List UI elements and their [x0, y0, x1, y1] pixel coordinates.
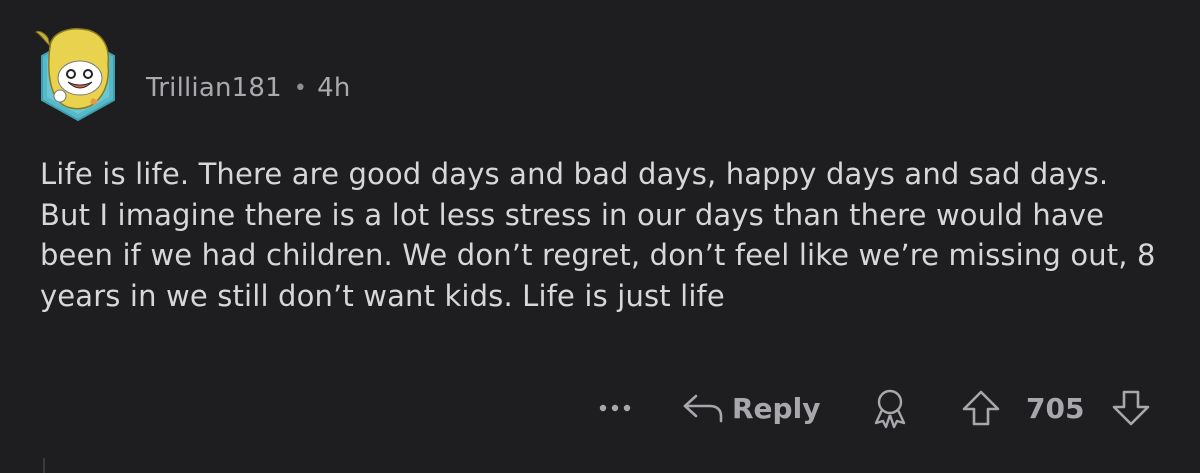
award-button[interactable] — [868, 386, 912, 430]
snoo-avatar-icon — [35, 28, 115, 122]
meta-separator: • — [293, 75, 308, 101]
upvote-arrow-icon — [962, 390, 1000, 426]
upvote-button[interactable] — [960, 386, 1002, 430]
comment-actions: Reply 705 — [0, 386, 1200, 430]
timestamp: 4h — [317, 73, 351, 103]
thread-line[interactable] — [43, 458, 45, 473]
more-options-button[interactable] — [594, 386, 636, 430]
reply-button[interactable]: Reply — [682, 386, 820, 430]
award-icon — [874, 389, 906, 429]
more-dots-icon — [599, 404, 631, 412]
downvote-arrow-icon — [1112, 390, 1150, 426]
comment: Trillian181 • 4h Life is life. There are… — [0, 0, 1200, 473]
comment-body: Life is life. There are good days and ba… — [40, 157, 1156, 313]
username-link[interactable]: Trillian181 — [146, 73, 282, 103]
reply-arrow-icon — [683, 394, 723, 423]
user-avatar[interactable] — [30, 24, 126, 124]
vote-score: 705 — [1026, 391, 1085, 425]
comment-meta: Trillian181 • 4h — [146, 68, 351, 108]
downvote-button[interactable] — [1110, 386, 1152, 430]
reply-label: Reply — [732, 391, 821, 425]
